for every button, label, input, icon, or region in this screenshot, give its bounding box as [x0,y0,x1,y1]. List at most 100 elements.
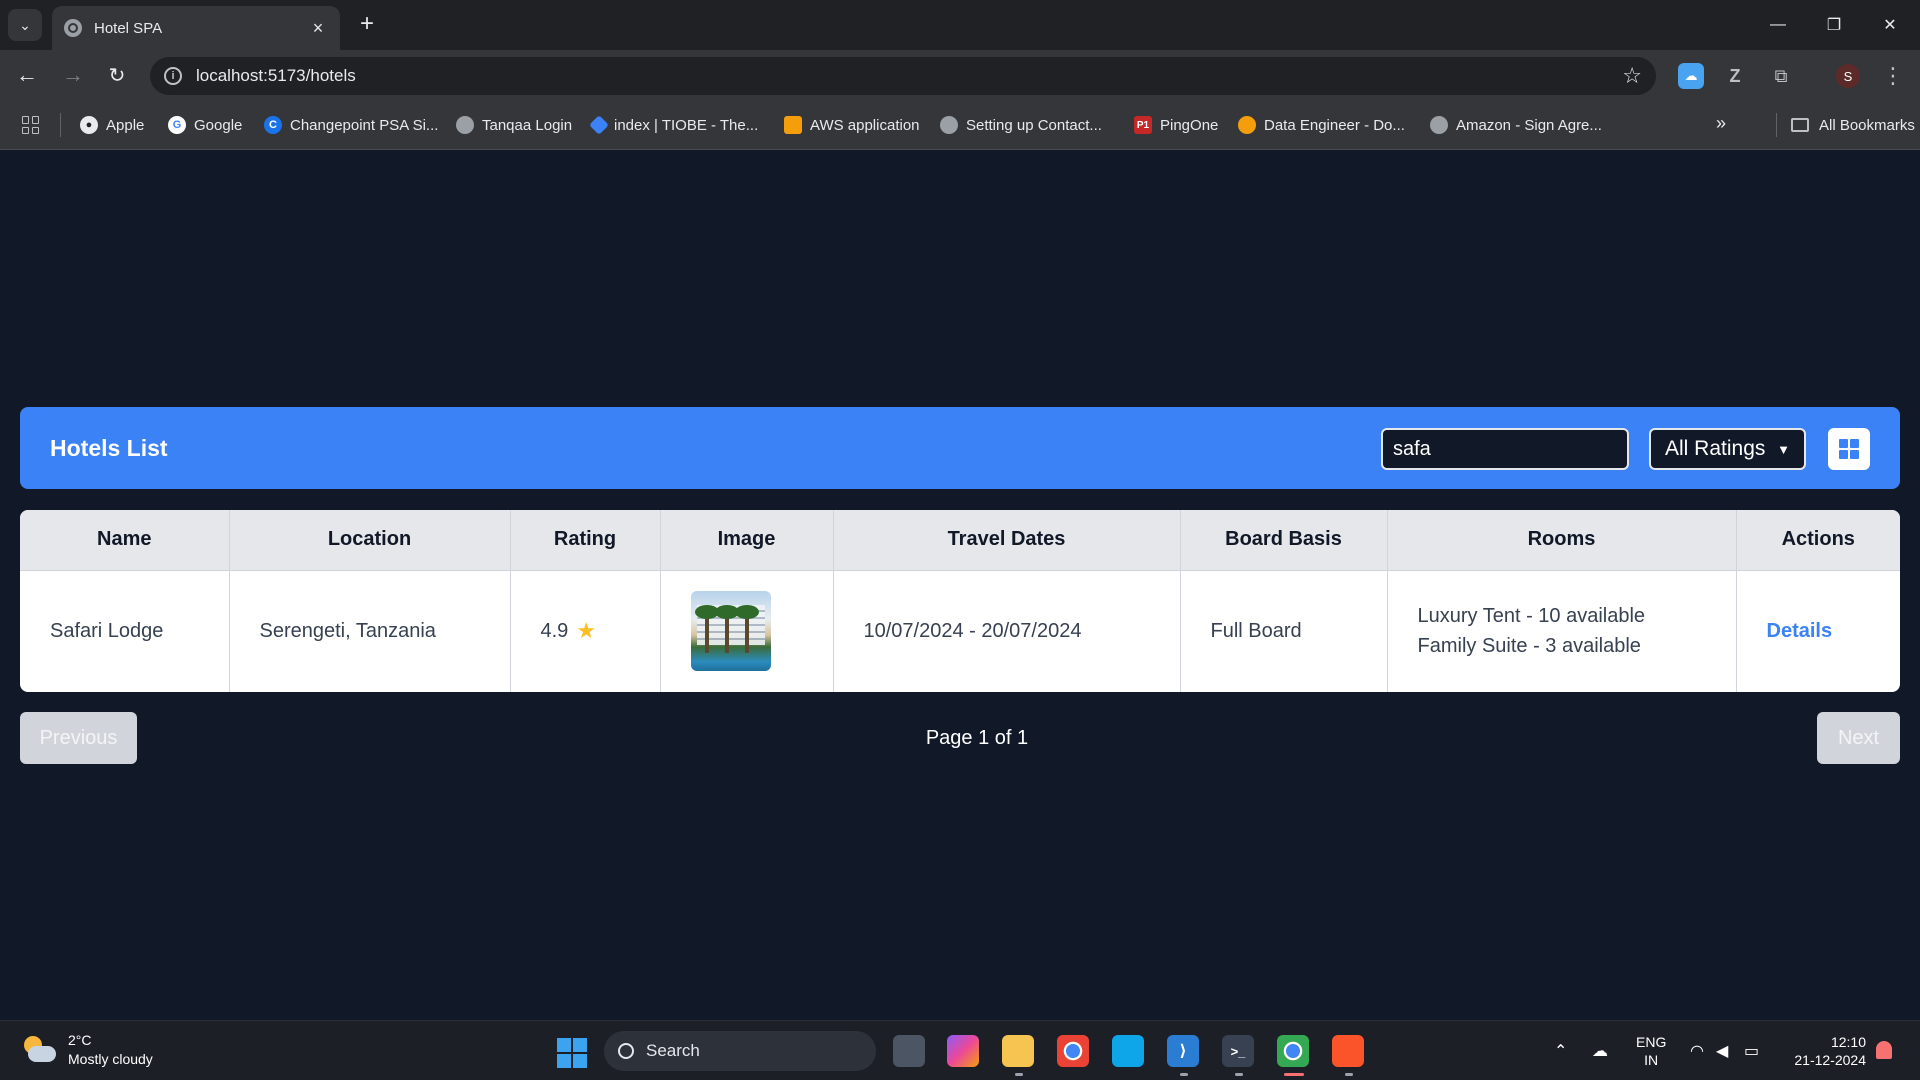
hotel-image-cell [660,569,834,692]
hotel-location: Serengeti, Tanzania [229,569,511,692]
bookmarks-overflow-icon[interactable]: » [1716,113,1726,134]
bookmark-data-engineer[interactable]: Data Engineer - Do... [1238,113,1405,137]
hotels-header-bar: Hotels List All Ratings ▼ [20,407,1900,489]
hotel-rating: 4.9 [540,619,569,642]
apps-grid-icon[interactable] [22,116,40,134]
system-clock[interactable]: 12:10 21-12-2024 [1786,1033,1866,1069]
room-item: Family Suite - 3 available [1417,635,1641,658]
tiobe-icon [589,115,609,135]
all-bookmarks-button[interactable]: All Bookmarks [1776,113,1915,137]
pingone-icon: P1 [1134,116,1152,134]
star-icon: ★ [576,618,597,644]
vscode-icon[interactable]: ⟩ [1167,1035,1199,1067]
onedrive-icon[interactable]: ☁ [1592,1041,1608,1061]
bookmark-tiobe[interactable]: index | TIOBE - The... [589,113,758,137]
browser-tab[interactable]: Hotel SPA × [52,6,340,50]
column-header-travel-dates[interactable]: Travel Dates [833,510,1181,570]
volume-icon[interactable]: ◀ [1716,1041,1728,1061]
changepoint-icon: C [264,116,282,134]
bookmark-changepoint[interactable]: C Changepoint PSA Si... [264,113,438,137]
file-explorer-icon[interactable] [1002,1035,1034,1067]
grid-view-toggle[interactable] [1828,428,1870,470]
room-item: Luxury Tent - 10 available [1417,605,1646,628]
wifi-icon[interactable]: ◠ [1690,1041,1704,1061]
globe-icon [64,19,82,37]
bookmark-google[interactable]: G Google [168,113,242,137]
reload-button[interactable]: ↻ [100,58,134,92]
task-view-icon[interactable] [893,1035,925,1067]
url-text[interactable]: localhost:5173/hotels [196,66,1622,86]
bookmarks-bar: ● Apple G Google C Changepoint PSA Si... Ta… [0,100,1920,150]
show-hidden-icons[interactable]: ⌃ [1554,1041,1567,1061]
taskbar-search[interactable]: Search [604,1031,876,1071]
weather-widget[interactable]: 2°C Mostly cloudy [20,1031,153,1069]
extensions-puzzle-icon[interactable]: ⧉ [1768,63,1794,89]
search-input[interactable] [1381,428,1629,470]
browser-menu-icon[interactable]: ⋮ [1880,63,1906,89]
globe-icon [1430,116,1448,134]
column-header-image: Image [660,510,834,570]
restore-button[interactable]: ❐ [1812,8,1856,42]
back-button[interactable]: ← [10,58,44,92]
windows-start-icon[interactable] [557,1038,587,1068]
bookmark-tanqaa[interactable]: Tanqaa Login [456,113,572,137]
grid-icon [1839,439,1848,448]
chevron-down-icon: ▼ [1777,441,1790,457]
copilot-icon[interactable] [947,1035,979,1067]
clock-time: 12:10 [1830,1034,1866,1050]
chrome-icon[interactable] [1057,1035,1089,1067]
bookmark-pingone[interactable]: P1 PingOne [1134,113,1218,137]
google-icon: G [168,116,186,134]
chrome-profile-icon[interactable] [1277,1035,1309,1067]
column-header-board-basis[interactable]: Board Basis [1180,510,1388,570]
bookmark-amazon[interactable]: Amazon - Sign Agre... [1430,113,1602,137]
terminal-icon[interactable]: >_ [1222,1035,1254,1067]
brave-icon[interactable] [1332,1035,1364,1067]
data-engineer-icon [1238,116,1256,134]
taskbar-search-label: Search [646,1041,700,1060]
site-info-icon[interactable]: i [164,67,182,85]
hotel-name: Safari Lodge [20,569,230,692]
z-extension-icon[interactable]: Z [1722,63,1748,89]
browser-toolbar: ← → ↻ i localhost:5173/hotels ☆ ☁ Z ⧉ S … [0,50,1920,100]
bookmark-star-icon[interactable]: ☆ [1622,63,1642,89]
profile-avatar[interactable]: S [1836,64,1860,88]
minimize-button[interactable]: — [1756,8,1800,42]
next-button[interactable]: Next [1817,712,1900,764]
new-tab-button[interactable]: + [352,10,382,40]
close-tab-icon[interactable]: × [308,18,328,39]
details-link[interactable]: Details [1767,620,1833,642]
browser-tabstrip: ⌄ Hotel SPA × + — ❐ ✕ [0,0,1920,50]
notification-bell-icon[interactable] [1876,1041,1892,1059]
windows-taskbar: 2°C Mostly cloudy Search ⟩ >_ ⌃ ☁ ENG IN… [0,1020,1920,1080]
globe-icon [940,116,958,134]
column-header-location[interactable]: Location [229,510,511,570]
bookmark-aws[interactable]: AWS application [784,113,920,137]
close-window-button[interactable]: ✕ [1868,8,1912,42]
hotel-image [690,591,771,672]
table-row: Safari Lodge Serengeti, Tanzania 4.9 ★ 1… [20,569,1900,692]
hotel-actions: Details [1736,569,1900,692]
column-header-rating[interactable]: Rating [510,510,661,570]
battery-icon[interactable]: ▭ [1744,1041,1759,1061]
column-header-name[interactable]: Name [20,510,230,570]
address-bar[interactable]: i localhost:5173/hotels ☆ [150,57,1656,95]
apple-icon: ● [80,116,98,134]
tab-search-button[interactable]: ⌄ [8,9,42,41]
forward-button[interactable]: → [56,58,90,92]
bookmark-apple[interactable]: ● Apple [80,113,144,137]
store-icon[interactable] [1112,1035,1144,1067]
bookmark-contact[interactable]: Setting up Contact... [940,113,1102,137]
hotel-rooms: Luxury Tent - 10 available Family Suite … [1387,569,1737,692]
language-indicator[interactable]: ENG IN [1636,1033,1666,1069]
rating-filter-value: All Ratings [1665,437,1766,460]
rating-filter-select[interactable]: All Ratings ▼ [1649,428,1806,470]
page-title: Hotels List [50,435,168,461]
cloud-extension-icon[interactable]: ☁ [1678,63,1704,89]
search-icon [618,1043,634,1059]
clock-date: 21-12-2024 [1794,1052,1866,1068]
tab-title: Hotel SPA [94,19,163,37]
globe-icon [456,116,474,134]
partly-cloudy-icon [20,1036,56,1064]
hotel-travel-dates: 10/07/2024 - 20/07/2024 [833,569,1181,692]
